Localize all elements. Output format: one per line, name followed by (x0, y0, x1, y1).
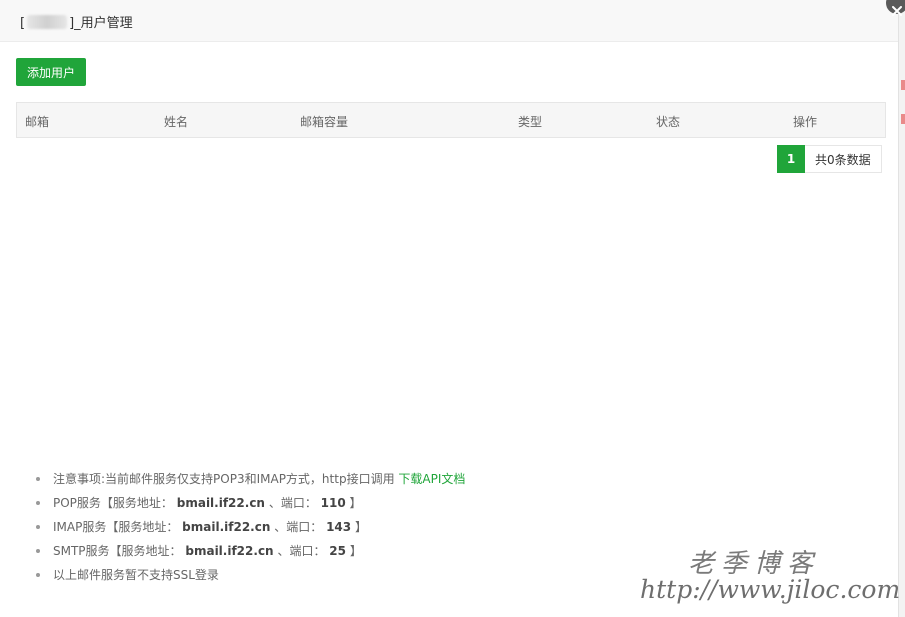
background-page-edge (898, 0, 905, 617)
pop-port: 110 (320, 496, 346, 510)
add-user-button[interactable]: 添加用户 (16, 58, 86, 86)
smtp-port: 25 (329, 544, 346, 558)
imap-close: 】 (354, 520, 367, 534)
table-header: 邮箱 姓名 邮箱容量 类型 状态 操作 (17, 103, 885, 137)
service-notes: 注意事项:当前邮件服务仅支持POP3和IMAP方式，http接口调用 下载API… (36, 470, 465, 590)
pop-label: POP服务【服务地址： (53, 496, 173, 510)
dialog-header: [ ]_用户管理 (0, 0, 898, 42)
column-header-name[interactable]: 姓名 (164, 113, 188, 130)
note-item: 注意事项:当前邮件服务仅支持POP3和IMAP方式，http接口调用 下载API… (36, 470, 465, 494)
note-api-text: 注意事项:当前邮件服务仅支持POP3和IMAP方式，http接口调用 (53, 472, 395, 486)
title-prefix: [ (20, 16, 26, 31)
note-item: 以上邮件服务暂不支持SSL登录 (36, 566, 465, 590)
background-red-mark (901, 114, 905, 124)
note-item: IMAP服务【服务地址： bmail.if22.cn 、端口： 143 】 (36, 518, 465, 542)
download-api-doc-link[interactable]: 下载API文档 (398, 472, 465, 486)
imap-port: 143 (326, 520, 352, 534)
column-header-quota[interactable]: 邮箱容量 (300, 113, 348, 130)
user-management-dialog: [ ]_用户管理 添加用户 邮箱 姓名 邮箱容量 类型 状态 操作 1 共0条数据… (0, 0, 901, 617)
imap-host: bmail.if22.cn (182, 520, 271, 534)
smtp-host: bmail.if22.cn (185, 544, 274, 558)
pop-port-label: 、端口： (268, 496, 317, 510)
pagination: 1 共0条数据 (777, 145, 882, 173)
smtp-label: SMTP服务【服务地址： (53, 544, 182, 558)
pop-host: bmail.if22.cn (176, 496, 265, 510)
watermark-url: http://www.jiloc.com (640, 575, 901, 604)
column-header-email[interactable]: 邮箱 (25, 113, 49, 130)
ssl-note-text: 以上邮件服务暂不支持SSL登录 (53, 568, 219, 582)
column-header-type[interactable]: 类型 (518, 113, 542, 130)
page-number-current[interactable]: 1 (777, 145, 805, 173)
close-icon (892, 1, 902, 16)
title-suffix: ]_用户管理 (69, 16, 133, 31)
imap-port-label: 、端口： (274, 520, 323, 534)
imap-label: IMAP服务【服务地址： (53, 520, 179, 534)
smtp-port-label: 、端口： (277, 544, 326, 558)
redacted-domain (27, 15, 68, 29)
column-header-status[interactable]: 状态 (656, 113, 680, 130)
note-item: POP服务【服务地址： bmail.if22.cn 、端口： 110 】 (36, 494, 465, 518)
note-item: SMTP服务【服务地址： bmail.if22.cn 、端口： 25 】 (36, 542, 465, 566)
column-header-actions: 操作 (793, 115, 818, 129)
background-red-mark (901, 80, 905, 90)
total-count: 共0条数据 (805, 145, 882, 173)
pop-close: 】 (349, 496, 362, 510)
dialog-title: [ ]_用户管理 (20, 12, 133, 31)
smtp-close: 】 (349, 544, 362, 558)
users-table: 邮箱 姓名 邮箱容量 类型 状态 操作 (16, 102, 886, 138)
